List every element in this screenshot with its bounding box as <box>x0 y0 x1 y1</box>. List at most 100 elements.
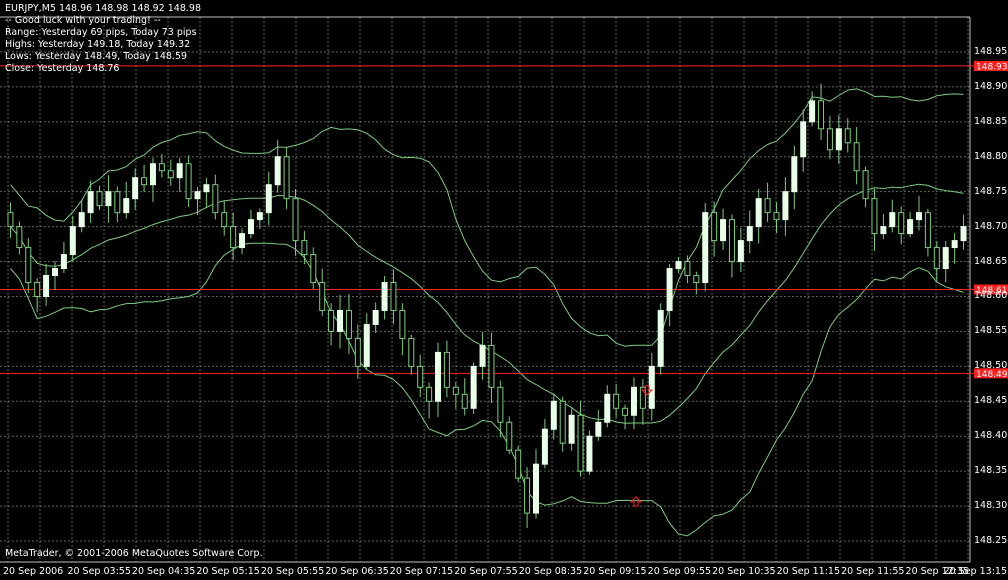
candle-body <box>746 226 753 242</box>
candle-body <box>924 212 931 249</box>
time-label: 20 Sep 2006 <box>3 566 64 577</box>
candle-body <box>283 156 290 200</box>
candle-body <box>577 414 584 472</box>
candle-body <box>951 240 958 249</box>
candle-body <box>782 191 789 221</box>
candle-body <box>737 240 744 263</box>
time-label: 20 Sep 10:35 <box>712 566 776 577</box>
price-chart[interactable]: 148.93148.61148.49 <box>0 0 1008 580</box>
time-label: 20 Sep 05:15 <box>196 566 260 577</box>
time-label: 20 Sep 11:55 <box>841 566 905 577</box>
highs-info: Highs: Yesterday 149.18, Today 149.32 <box>5 39 191 50</box>
candle-body <box>826 128 833 151</box>
candle-body <box>194 191 201 200</box>
candle-body <box>408 337 415 367</box>
candle-body <box>720 219 727 242</box>
candle-body <box>506 421 513 451</box>
candle-body <box>292 198 299 242</box>
candle-body <box>568 414 575 444</box>
candle-body <box>114 191 121 214</box>
candle-body <box>426 386 433 402</box>
candle-body <box>880 226 887 235</box>
candle-body <box>96 191 103 207</box>
candle-body <box>60 254 67 270</box>
candle-body <box>853 142 860 172</box>
price-label: 148.35 <box>974 465 1008 477</box>
candle-body <box>907 219 914 235</box>
candle-body <box>657 309 664 367</box>
candle-body <box>942 247 949 270</box>
candle-body <box>479 344 486 367</box>
candle-body <box>256 212 263 221</box>
price-label: 148.65 <box>974 255 1008 267</box>
candle-body <box>933 247 940 270</box>
candle-body <box>167 170 174 179</box>
time-label: 20 Sep 11:15 <box>776 566 841 577</box>
candle-body <box>586 435 593 472</box>
candle-body <box>399 309 406 339</box>
lows-info: Lows: Yesterday 148.49, Today 148.59 <box>5 51 188 62</box>
candle-body <box>630 386 637 416</box>
candle-body <box>25 247 32 284</box>
price-label: 148.60 <box>974 290 1008 302</box>
time-label: 20 Sep 13:15 <box>943 566 1007 577</box>
level-price-label: 148.49 <box>976 370 1008 380</box>
candle-body <box>239 233 246 249</box>
candle-body <box>818 100 825 130</box>
price-label: 148.55 <box>974 325 1008 337</box>
time-label: 20 Sep 04:35 <box>131 566 196 577</box>
candle-body <box>898 212 905 235</box>
candle-body <box>337 309 344 332</box>
close-info: Close: Yesterday 148.76 <box>5 63 120 74</box>
candle-body <box>310 254 317 284</box>
candle-body <box>363 323 370 367</box>
price-label: 148.30 <box>974 500 1008 512</box>
candle-body <box>435 351 442 402</box>
candle-body <box>149 163 156 186</box>
price-label: 148.40 <box>974 430 1008 442</box>
candle-body <box>470 365 477 409</box>
price-label: 148.95 <box>974 45 1008 57</box>
candle-body <box>345 309 352 339</box>
price-label: 148.70 <box>974 220 1008 232</box>
candle-body <box>212 184 219 214</box>
candle-body <box>7 212 14 228</box>
price-label: 148.50 <box>974 360 1008 372</box>
price-label: 148.75 <box>974 185 1008 197</box>
candle-body <box>141 177 148 186</box>
candle-body <box>381 282 388 311</box>
candle-body <box>559 400 566 444</box>
candle-body <box>176 163 183 179</box>
candle-body <box>648 365 655 409</box>
candle-body <box>960 226 967 242</box>
candle-body <box>604 393 611 423</box>
time-label: 20 Sep 07:55 <box>454 566 518 577</box>
symbol-info: EURJPY,M5 148.96 148.98 148.92 148.98 <box>5 3 201 14</box>
candle-body <box>221 212 228 228</box>
candle-body <box>78 212 85 228</box>
candle-body <box>16 226 23 249</box>
candle-body <box>452 386 459 395</box>
price-label: 148.85 <box>974 115 1008 127</box>
candle-body <box>684 261 691 277</box>
candle-body <box>800 121 807 158</box>
candle-body <box>488 344 495 388</box>
candle-body <box>666 268 673 311</box>
candle-body <box>755 198 762 228</box>
candle-body <box>550 400 557 430</box>
time-label: 20 Sep 06:35 <box>325 566 389 577</box>
candle-body <box>87 191 94 214</box>
copyright-text: MetaTrader, © 2001-2006 MetaQuotes Softw… <box>5 548 263 559</box>
candle-body <box>34 282 41 297</box>
candle-body <box>328 309 335 332</box>
candle-body <box>702 212 709 284</box>
candle-body <box>728 219 735 263</box>
candle-body <box>791 156 798 193</box>
candle-body <box>185 163 192 200</box>
candle-body <box>497 386 504 423</box>
candle-body <box>158 163 165 172</box>
candle-body <box>916 212 923 221</box>
candle-body <box>51 268 58 277</box>
candle-body <box>675 261 682 270</box>
candle-body <box>541 428 548 465</box>
